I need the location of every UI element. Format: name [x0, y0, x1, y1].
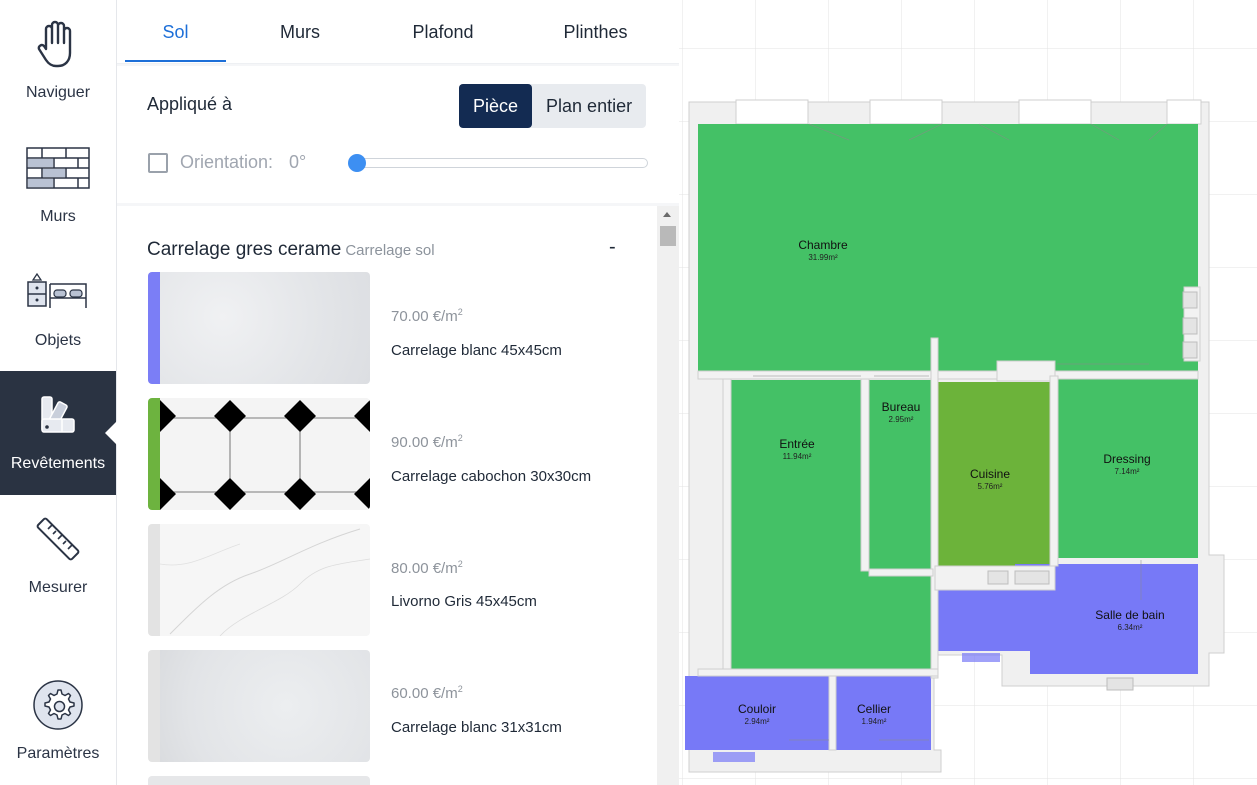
scope-whole-plan-button[interactable]: Plan entier — [532, 84, 646, 128]
ruler-icon — [36, 517, 80, 561]
selection-accent — [148, 272, 160, 384]
category-header: Carrelage gres cerame Carrelage sol — [147, 239, 435, 261]
room-area: 2.95m² — [889, 415, 914, 424]
room-area: 5.76m² — [978, 482, 1003, 491]
floor-plan-canvas[interactable]: Chambre 31.99m² Bureau 2.95m² Entrée 11.… — [679, 0, 1257, 785]
product-card[interactable] — [148, 524, 370, 636]
nav-naviguer[interactable]: Naviguer — [0, 0, 116, 124]
tile-texture — [160, 272, 370, 384]
room-chambre[interactable] — [698, 124, 1198, 371]
product-card[interactable] — [148, 272, 370, 384]
nav-label: Murs — [40, 208, 76, 225]
brick-wall-icon — [26, 147, 90, 189]
collapse-button[interactable]: - — [609, 236, 616, 259]
product-name: Carrelage blanc 45x45cm — [391, 342, 562, 359]
product-name: Carrelage cabochon 30x30cm — [391, 468, 592, 485]
tile-texture — [159, 524, 370, 636]
tab-sol[interactable]: Sol — [117, 0, 226, 64]
tile-texture — [148, 398, 370, 510]
selection-accent — [148, 524, 160, 636]
room-label: Cellier — [857, 702, 891, 716]
room-label: Dressing — [1103, 452, 1150, 466]
room-label: Entrée — [779, 437, 815, 451]
apply-scope-toggle: Pièce Plan entier — [459, 84, 647, 128]
apply-settings: Appliqué à Pièce Plan entier Orientation… — [117, 66, 679, 203]
coverings-panel: Sol Murs Plafond Plinthes Appliqué à Piè… — [117, 0, 679, 785]
nav-label: Revêtements — [10, 455, 106, 472]
list-scrollbar[interactable] — [657, 206, 679, 785]
nav-revetements[interactable]: Revêtements — [0, 371, 117, 495]
product-price: 80.00 €/m2 — [391, 559, 463, 577]
room-area: 6.34m² — [1118, 623, 1143, 632]
room-label: Chambre — [798, 238, 848, 252]
scroll-up-arrow[interactable] — [663, 212, 671, 217]
nav-murs[interactable]: Murs — [0, 124, 116, 248]
orientation-value: 0° — [289, 152, 307, 172]
product-name: Carrelage blanc 31x31cm — [391, 719, 562, 736]
product-card[interactable] — [148, 398, 370, 510]
tab-murs[interactable]: Murs — [226, 0, 374, 64]
orientation-label: Orientation: — [180, 152, 274, 172]
product-card[interactable] — [148, 650, 370, 762]
room-area: 7.14m² — [1115, 467, 1140, 476]
slider-thumb[interactable] — [348, 154, 366, 172]
product-price: 60.00 €/m2 — [391, 684, 463, 702]
room-area: 2.94m² — [745, 717, 770, 726]
hand-icon — [37, 20, 72, 68]
selection-accent — [148, 398, 160, 510]
furniture-icon — [27, 272, 87, 308]
room-area: 31.99m² — [808, 253, 838, 262]
gear-icon — [33, 680, 83, 730]
room-label: Cuisine — [970, 467, 1010, 481]
category-title: Carrelage gres cerame — [147, 239, 342, 260]
nav-label: Objets — [34, 332, 82, 349]
scroll-thumb[interactable] — [660, 226, 676, 246]
selection-accent — [148, 650, 160, 762]
tab-plafond[interactable]: Plafond — [374, 0, 512, 64]
product-name: Livorno Gris 45x45cm — [391, 593, 537, 610]
orientation-checkbox[interactable] — [148, 153, 168, 173]
surface-tabs: Sol Murs Plafond Plinthes — [117, 0, 679, 64]
category-subtitle: Carrelage sol — [345, 242, 435, 259]
nav-label: Mesurer — [28, 579, 88, 596]
left-toolbar: Naviguer Murs Objets Revêtements Mesurer… — [0, 0, 117, 785]
product-price: 90.00 €/m2 — [391, 433, 463, 451]
product-list: Carrelage gres cerame Carrelage sol - 70.… — [117, 206, 679, 785]
tab-plinthes[interactable]: Plinthes — [512, 0, 679, 64]
product-price: 70.00 €/m2 — [391, 307, 463, 325]
applied-to-label: Appliqué à — [147, 94, 233, 114]
orientation-slider[interactable] — [348, 154, 648, 172]
nav-mesurer[interactable]: Mesurer — [0, 495, 116, 619]
room-label: Couloir — [738, 702, 776, 716]
room-label: Bureau — [882, 400, 921, 414]
swatches-icon — [41, 396, 75, 433]
nav-label: Naviguer — [25, 84, 91, 101]
product-card[interactable] — [148, 776, 370, 785]
nav-objets[interactable]: Objets — [0, 248, 116, 372]
tile-texture — [160, 650, 370, 762]
room-area: 11.94m² — [783, 452, 812, 461]
room-label: Salle de bain — [1095, 608, 1164, 622]
scope-room-button[interactable]: Pièce — [459, 84, 533, 128]
room-area: 1.94m² — [862, 717, 887, 726]
nav-parametres[interactable]: Paramètres — [0, 661, 116, 785]
nav-label: Paramètres — [16, 745, 100, 762]
